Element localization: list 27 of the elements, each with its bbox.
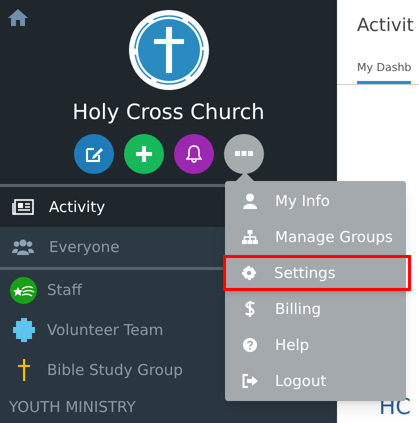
- menu-item[interactable]: Help: [225, 327, 406, 363]
- home-icon[interactable]: [7, 8, 29, 26]
- tab[interactable]: My Dashb: [357, 60, 412, 84]
- menu-item[interactable]: Settings: [223, 255, 411, 291]
- compose-button[interactable]: [74, 134, 114, 174]
- plus-icon: [134, 145, 152, 163]
- people-icon: [12, 238, 34, 256]
- more-button[interactable]: [224, 134, 264, 174]
- menu-item[interactable]: Billing: [225, 291, 406, 327]
- dollar-icon: [245, 300, 255, 318]
- help-icon: [243, 338, 257, 352]
- settings-icon: [242, 266, 256, 280]
- section-heading: YOUTH MINISTRY: [8, 397, 137, 418]
- church-name: Holy Cross Church: [72, 99, 265, 126]
- puzzle-icon: [12, 316, 34, 344]
- page-title: Activit: [356, 14, 415, 38]
- cross-icon: [18, 359, 30, 381]
- more-icon: [234, 151, 252, 157]
- edit-icon: [84, 145, 102, 163]
- add-button[interactable]: [124, 134, 164, 174]
- menu-item[interactable]: Logout: [225, 363, 406, 399]
- bell-icon: [186, 145, 202, 163]
- sitemap-icon: [242, 230, 258, 244]
- user-icon: [243, 193, 257, 209]
- notifications-button[interactable]: [174, 134, 214, 174]
- newspaper-icon: [12, 199, 34, 215]
- logout-icon: [242, 374, 258, 388]
